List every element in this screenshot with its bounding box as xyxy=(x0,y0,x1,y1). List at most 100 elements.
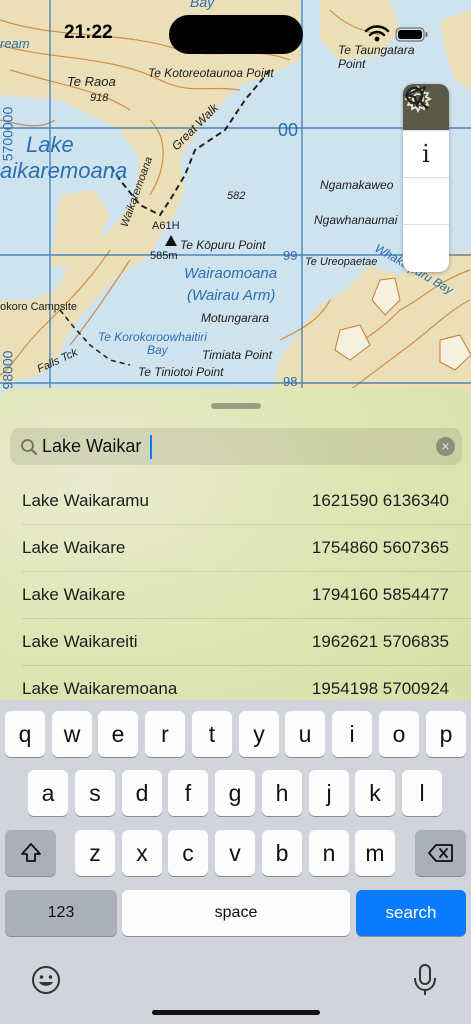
key-l[interactable]: l xyxy=(402,770,442,816)
result-name: Lake Waikare xyxy=(22,538,126,557)
clear-search-button[interactable]: × xyxy=(436,437,455,456)
map-grid-98: 98 xyxy=(283,374,298,389)
map-grid-99: 99 xyxy=(283,248,298,263)
space-key[interactable]: space xyxy=(122,890,350,936)
key-c[interactable]: c xyxy=(168,830,208,876)
map-label-ureopaetae: Te Ureopaetae xyxy=(305,256,378,268)
map-label-motungarara: Motungarara xyxy=(201,311,270,325)
location-arrow-icon xyxy=(405,86,426,107)
map-label-te-raoa: Te Raoa xyxy=(67,74,116,89)
delete-key[interactable] xyxy=(415,830,466,876)
key-y[interactable]: y xyxy=(239,711,279,757)
key-k[interactable]: k xyxy=(355,770,395,816)
key-s[interactable]: s xyxy=(75,770,115,816)
map-label-582: 582 xyxy=(227,190,246,202)
search-bar[interactable]: × xyxy=(10,428,462,465)
home-indicator xyxy=(152,1010,320,1015)
map-label-ngawhanaumai: Ngawhanaumai xyxy=(314,213,398,227)
map-label-wairau-arm: (Wairau Arm) xyxy=(187,287,276,304)
result-row[interactable]: Lake Waikareiti 1962621 5706835 xyxy=(0,619,471,666)
dictation-button[interactable] xyxy=(412,962,438,998)
map-label-taungatara-2: Point xyxy=(338,57,366,71)
dynamic-island xyxy=(169,15,303,54)
map-northing-98000: 98000 xyxy=(0,350,16,390)
result-coords: 1621590 6136340 xyxy=(311,491,449,510)
key-v[interactable]: v xyxy=(215,830,255,876)
locate-button[interactable] xyxy=(403,86,449,272)
key-n[interactable]: n xyxy=(309,830,349,876)
map-label-918: 918 xyxy=(90,92,109,104)
map-label-korokoroowhaitiri: Te Korokoroowhaitiri xyxy=(98,330,207,344)
map-label-kopuru: Te Kōpuru Point xyxy=(180,238,266,252)
map-label-ream: ream xyxy=(0,36,30,51)
key-g[interactable]: g xyxy=(215,770,255,816)
key-i[interactable]: i xyxy=(332,711,372,757)
info-icon: i xyxy=(422,140,430,168)
key-o[interactable]: o xyxy=(379,711,419,757)
map-label-a61h: A61H xyxy=(152,220,180,232)
key-a[interactable]: a xyxy=(28,770,68,816)
map-grid-00: 00 xyxy=(278,120,299,140)
map-label-wairaomoana: Wairaomoana xyxy=(184,265,278,282)
key-b[interactable]: b xyxy=(262,830,302,876)
map-label-aikaremoana: aikaremoana xyxy=(0,158,128,183)
search-key[interactable]: search xyxy=(356,890,466,936)
clear-icon: × xyxy=(441,438,450,454)
map-label-bay: Bay xyxy=(190,0,215,10)
emoji-icon xyxy=(32,966,60,994)
key-z[interactable]: z xyxy=(75,830,115,876)
result-name: Lake Waikare xyxy=(22,585,126,604)
result-name: Lake Waikaramu xyxy=(22,491,149,510)
status-icons xyxy=(364,24,430,44)
key-d[interactable]: d xyxy=(122,770,162,816)
topographic-map[interactable]: Bay ream Te Raoa 918 Te Kotoreotaunoa Po… xyxy=(0,0,471,400)
search-sheet: × Lake Waikaramu 1621590 6136340 Lake Wa… xyxy=(0,388,471,708)
search-button[interactable] xyxy=(403,86,449,225)
microphone-icon xyxy=(414,964,436,995)
map-controls: i xyxy=(403,84,449,272)
key-u[interactable]: u xyxy=(285,711,325,757)
key-e[interactable]: e xyxy=(98,711,138,757)
key-w[interactable]: w xyxy=(52,711,92,757)
result-name: Lake Waikaremoana xyxy=(22,679,178,698)
map-label-korokoroowhaitiri-bay: Bay xyxy=(147,343,168,357)
search-input[interactable] xyxy=(42,428,422,465)
key-f[interactable]: f xyxy=(168,770,208,816)
key-h[interactable]: h xyxy=(262,770,302,816)
key-p[interactable]: p xyxy=(426,711,466,757)
search-results-list: Lake Waikaramu 1621590 6136340 Lake Waik… xyxy=(0,478,471,708)
keyboard: q w e r t y u i o p a s d f g h j k l z … xyxy=(0,700,471,1024)
info-button[interactable]: i xyxy=(403,131,449,178)
result-row[interactable]: Lake Waikare 1754860 5607365 xyxy=(0,525,471,572)
numbers-key[interactable]: 123 xyxy=(5,890,117,936)
wifi-icon xyxy=(364,25,390,42)
emoji-button[interactable] xyxy=(30,964,62,996)
shift-icon xyxy=(20,843,41,862)
map-label-korokoro-campsite: okoro Campsite xyxy=(0,301,78,313)
key-t[interactable]: t xyxy=(192,711,232,757)
map-northing-5700000: 5700000 xyxy=(0,106,16,162)
map-label-tiniotoi: Te Tiniotoi Point xyxy=(138,365,224,379)
result-row[interactable]: Lake Waikare 1794160 5854477 xyxy=(0,572,471,619)
map-label-ngamakaweo: Ngamakaweo xyxy=(320,178,394,192)
map-label-timiata: Timiata Point xyxy=(202,348,272,362)
text-cursor xyxy=(150,435,152,459)
result-coords: 1754860 5607365 xyxy=(311,538,449,557)
key-m[interactable]: m xyxy=(355,830,395,876)
map-label-585: 585m xyxy=(150,250,178,262)
map-label-lake: Lake xyxy=(26,132,74,157)
status-time: 21:22 xyxy=(64,22,113,43)
result-row[interactable]: Lake Waikaramu 1621590 6136340 xyxy=(0,478,471,525)
map-label-taungatara-1: Te Taungatara xyxy=(338,43,415,57)
key-j[interactable]: j xyxy=(309,770,349,816)
battery-icon xyxy=(395,27,428,42)
shift-key[interactable] xyxy=(5,830,56,876)
result-coords: 1962621 5706835 xyxy=(311,632,449,651)
key-r[interactable]: r xyxy=(145,711,185,757)
result-coords: 1794160 5854477 xyxy=(311,585,449,604)
key-q[interactable]: q xyxy=(5,711,45,757)
result-coords: 1954198 5700924 xyxy=(311,679,449,698)
sheet-grabber[interactable] xyxy=(211,403,261,409)
backspace-icon xyxy=(427,844,453,862)
key-x[interactable]: x xyxy=(122,830,162,876)
